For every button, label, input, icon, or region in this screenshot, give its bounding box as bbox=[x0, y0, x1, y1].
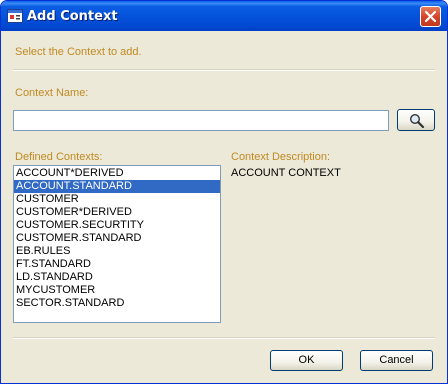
defined-contexts-label: Defined Contexts: bbox=[15, 151, 103, 163]
add-context-dialog: Add Context Select the Context to add. C… bbox=[0, 0, 448, 384]
divider-bottom bbox=[13, 337, 435, 339]
defined-contexts-list[interactable]: ACCOUNT*DERIVED ACCOUNT.STANDARD CUSTOME… bbox=[13, 165, 221, 323]
list-item[interactable]: LD.STANDARD bbox=[14, 271, 220, 284]
context-description-value: ACCOUNT CONTEXT bbox=[231, 167, 341, 179]
app-icon bbox=[7, 8, 23, 24]
list-item[interactable]: CUSTOMER.SECURTITY bbox=[14, 219, 220, 232]
window-title: Add Context bbox=[27, 9, 118, 24]
list-item[interactable]: SECTOR.STANDARD bbox=[14, 297, 220, 310]
list-item[interactable]: EB.RULES bbox=[14, 245, 220, 258]
instruction-text: Select the Context to add. bbox=[15, 46, 142, 58]
cancel-button[interactable]: Cancel bbox=[360, 350, 433, 371]
list-item[interactable]: MYCUSTOMER bbox=[14, 284, 220, 297]
context-name-input[interactable] bbox=[13, 110, 389, 131]
close-icon bbox=[424, 10, 437, 23]
dialog-body: Select the Context to add. Context Name:… bbox=[4, 31, 444, 381]
list-item[interactable]: CUSTOMER*DERIVED bbox=[14, 206, 220, 219]
list-item[interactable]: CUSTOMER.STANDARD bbox=[14, 232, 220, 245]
context-name-label: Context Name: bbox=[15, 87, 89, 99]
context-description-label: Context Description: bbox=[231, 151, 331, 163]
list-item-selected[interactable]: ACCOUNT.STANDARD bbox=[14, 180, 220, 193]
ok-button[interactable]: OK bbox=[270, 350, 343, 371]
magnifier-icon bbox=[409, 113, 425, 128]
divider-top bbox=[13, 69, 435, 71]
list-item[interactable]: FT.STANDARD bbox=[14, 258, 220, 271]
list-item[interactable]: CUSTOMER bbox=[14, 193, 220, 206]
title-bar[interactable]: Add Context bbox=[1, 1, 447, 31]
close-button[interactable] bbox=[420, 6, 441, 27]
search-button[interactable] bbox=[397, 109, 435, 131]
list-item[interactable]: ACCOUNT*DERIVED bbox=[14, 167, 220, 180]
